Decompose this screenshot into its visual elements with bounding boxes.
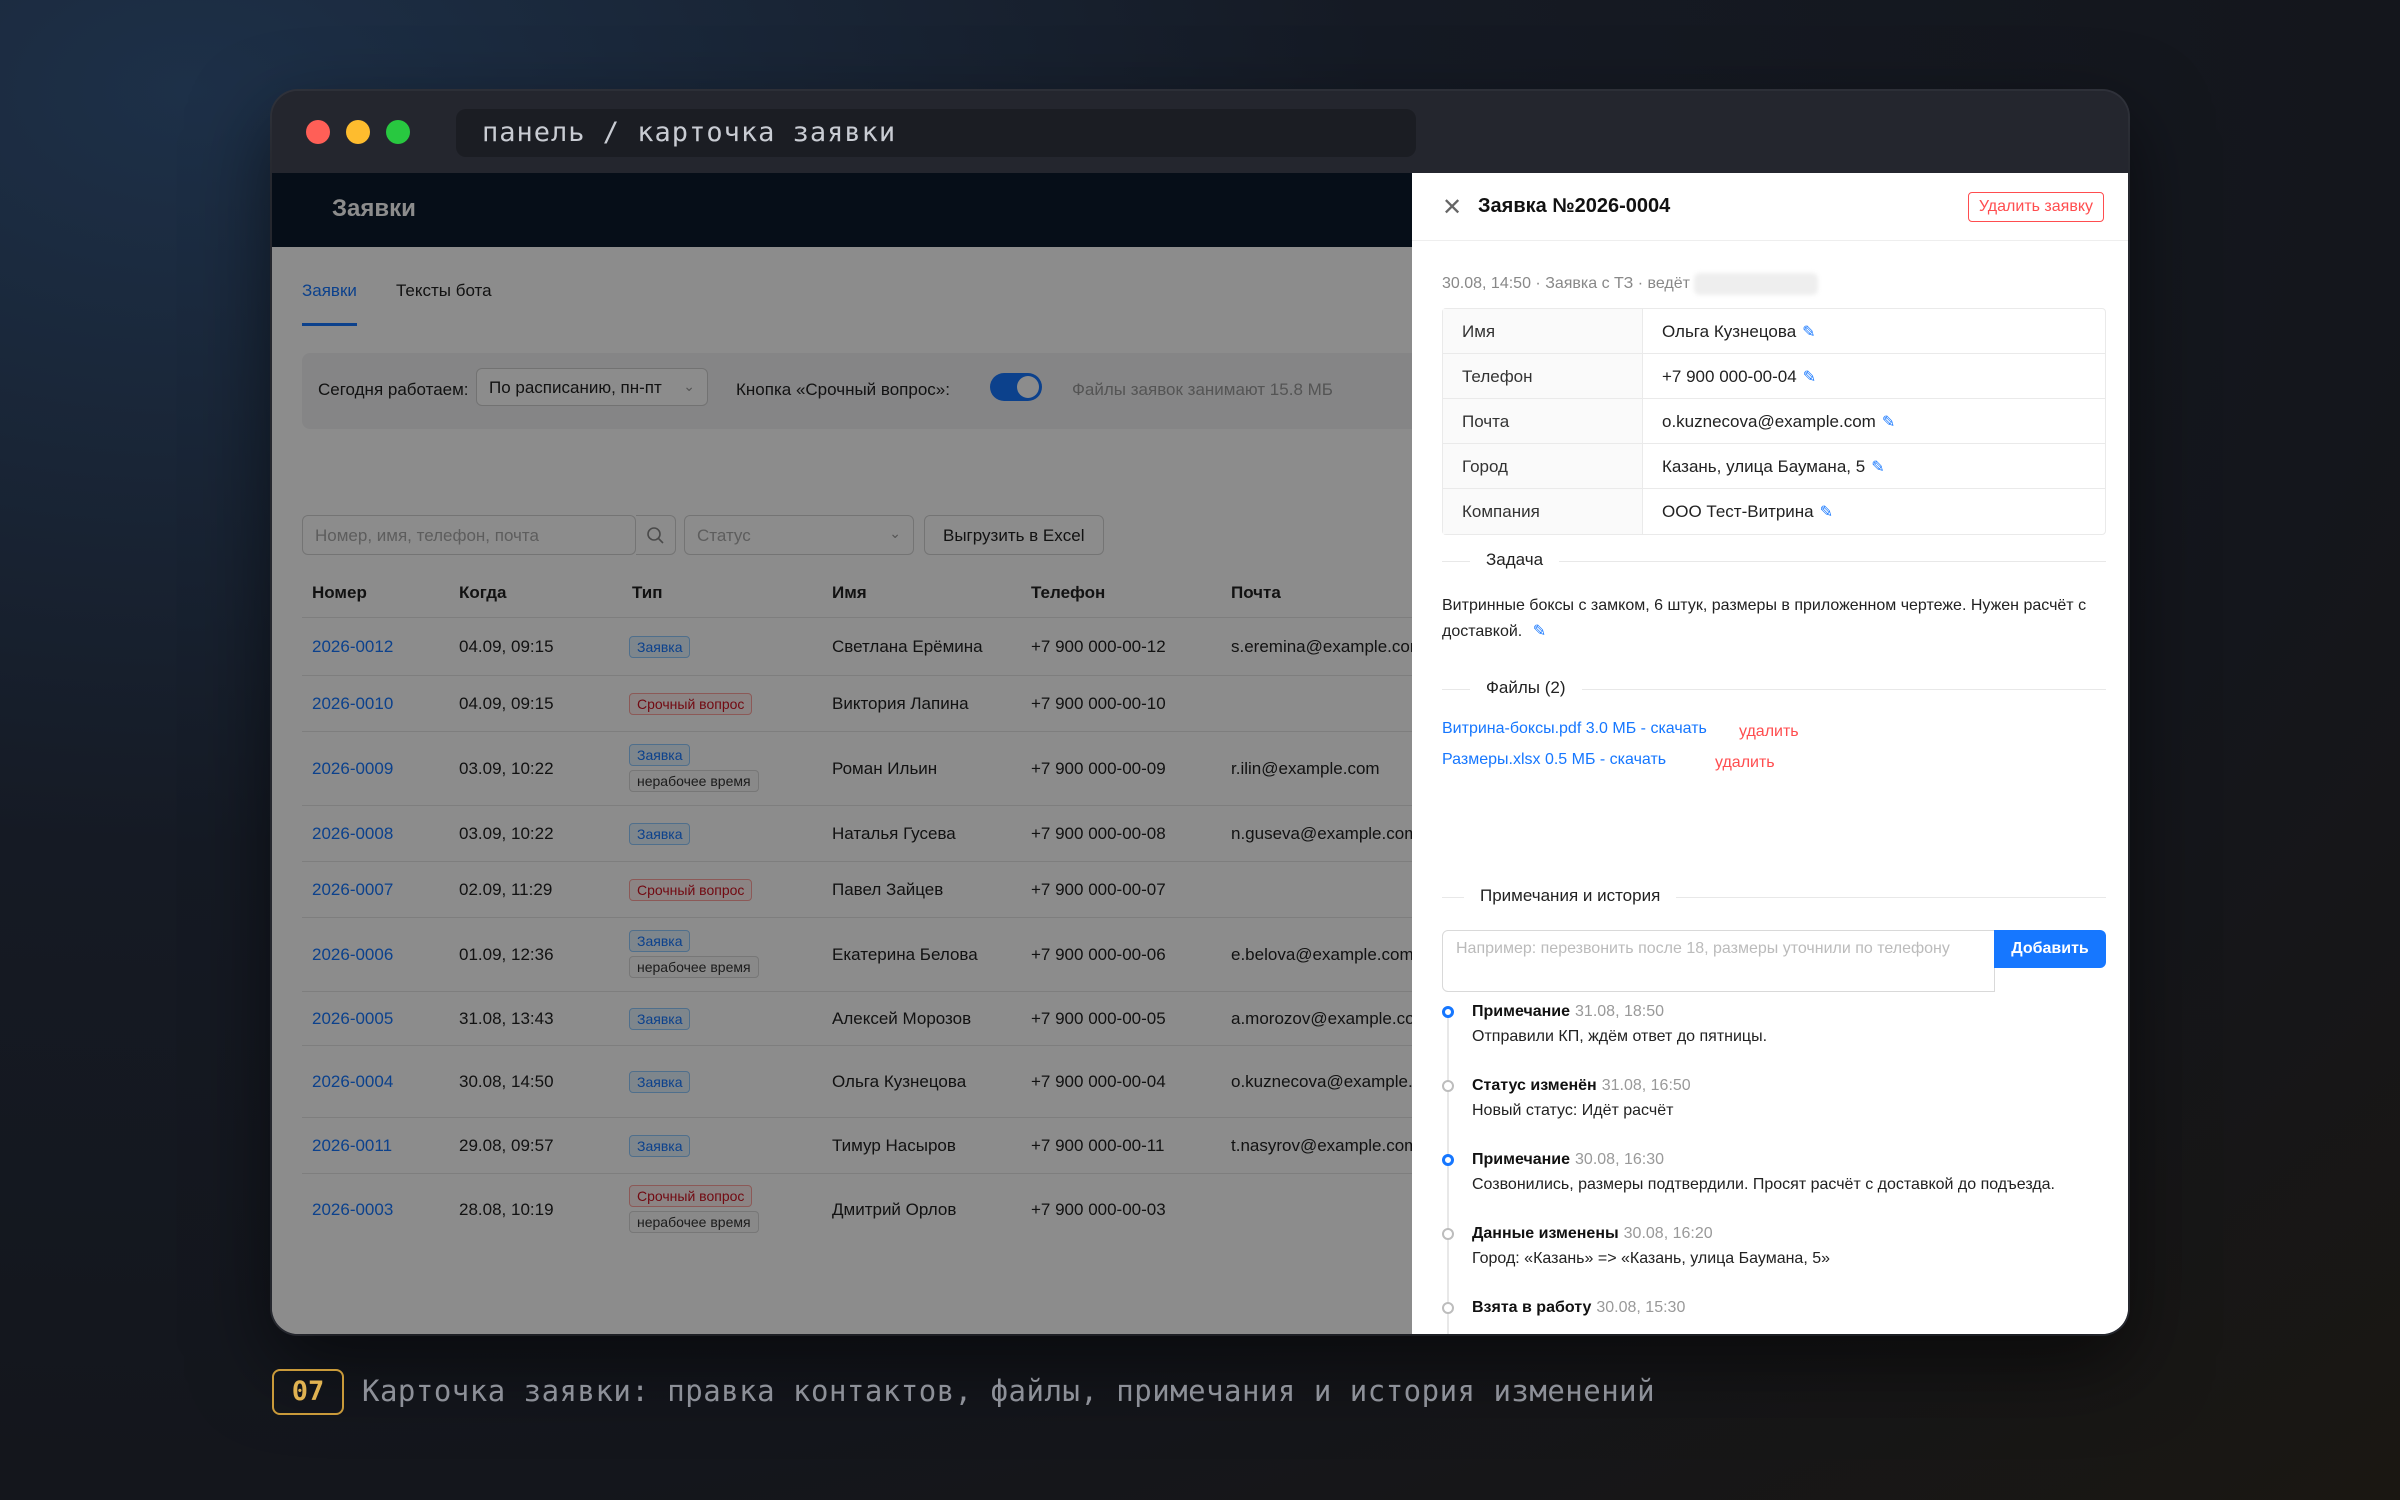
files-divider: Файлы (2) — [1442, 677, 2106, 701]
delete-request-button[interactable]: Удалить заявку — [1967, 192, 2104, 222]
field-row: Компания ООО Тест-Витрина ✎ — [1443, 489, 2105, 534]
timeline-dot — [1442, 1154, 1454, 1166]
timeline-line — [1447, 1015, 1449, 1334]
history-title: Статус изменён — [1472, 1077, 1597, 1094]
edit-pencil-icon[interactable]: ✎ — [1871, 459, 1884, 476]
edit-task-icon[interactable]: ✎ — [1533, 623, 1546, 640]
browser-window: панель / карточка заявки Заявки Заявки Т… — [272, 91, 2128, 1334]
caption: Карточка заявки: правка контактов, файлы… — [362, 1374, 1656, 1408]
field-label: Имя — [1443, 309, 1643, 353]
field-value: Ольга Кузнецова — [1662, 322, 1797, 341]
drawer-mask[interactable] — [272, 173, 1412, 1334]
history-text: Созвонились, размеры подтвердили. Просят… — [1472, 1176, 2055, 1193]
history-head: Примечание 30.08, 16:30 — [1472, 1151, 1664, 1169]
history-head: Примечание 31.08, 18:50 — [1472, 1003, 1664, 1021]
file-download-link[interactable]: Витрина-боксы.pdf 3.0 МБ - скачать — [1442, 720, 1707, 738]
edit-pencil-icon[interactable]: ✎ — [1820, 504, 1833, 521]
edit-pencil-icon[interactable]: ✎ — [1803, 369, 1816, 386]
field-row: Город Казань, улица Баумана, 5 ✎ — [1443, 444, 2105, 489]
file-delete-link[interactable]: удалить — [1739, 723, 1799, 741]
app-content: Заявки Заявки Тексты бота Сегодня работа… — [272, 173, 2128, 1334]
history-title: Примечание — [1472, 1151, 1571, 1168]
meta-text: 30.08, 14:50 · Заявка с ТЗ · ведёт — [1442, 275, 1690, 293]
history-time: 30.08, 15:30 — [1596, 1299, 1686, 1316]
request-meta: 30.08, 14:50 · Заявка с ТЗ · ведёт — [1442, 273, 1819, 295]
history-title: Взята в работу — [1472, 1299, 1592, 1316]
maximize-window-button[interactable] — [386, 120, 410, 144]
field-value: ООО Тест-Витрина — [1662, 502, 1814, 521]
history-text: Город: «Казань» => «Казань, улица Бауман… — [1472, 1250, 1831, 1267]
title-bar: панель / карточка заявки — [272, 91, 2128, 173]
field-label: Телефон — [1443, 354, 1643, 398]
request-drawer: ✕ Заявка №2026-0004 Удалить заявку 30.08… — [1412, 173, 2128, 1334]
field-value-wrap: +7 900 000-00-04 ✎ — [1662, 367, 1816, 387]
note-input[interactable]: Например: перезвонить после 18, размеры … — [1442, 930, 1995, 992]
history-time: 31.08, 16:50 — [1601, 1077, 1691, 1094]
history-title: Данные изменены — [1472, 1225, 1619, 1242]
edit-pencil-icon[interactable]: ✎ — [1802, 324, 1815, 341]
timeline-dot — [1442, 1080, 1454, 1092]
drawer-header: ✕ Заявка №2026-0004 Удалить заявку — [1412, 173, 2128, 241]
field-label: Компания — [1443, 489, 1643, 534]
notes-divider: Примечания и история — [1442, 885, 2106, 909]
caption-badge: 07 — [272, 1369, 344, 1415]
history-time: 31.08, 18:50 — [1575, 1003, 1664, 1020]
close-window-button[interactable] — [306, 120, 330, 144]
field-value: o.kuznecova@example.com — [1662, 412, 1876, 431]
history-text: Отправили КП, ждём ответ до пятницы. — [1472, 1028, 1768, 1045]
add-note-button[interactable]: Добавить — [1994, 930, 2106, 968]
history-text: Новый статус: Идёт расчёт — [1472, 1102, 1674, 1119]
history-head: Данные изменены 30.08, 16:20 — [1472, 1225, 1713, 1243]
assignee-redacted — [1694, 273, 1819, 295]
history-head: Взята в работу 30.08, 15:30 — [1472, 1299, 1685, 1317]
field-value-wrap: ООО Тест-Витрина ✎ — [1662, 502, 1833, 522]
file-download-link[interactable]: Размеры.xlsx 0.5 МБ - скачать — [1442, 751, 1666, 769]
field-row: Имя Ольга Кузнецова ✎ — [1443, 309, 2105, 354]
task-divider: Задача — [1442, 549, 2106, 573]
history-title: Примечание — [1472, 1003, 1571, 1020]
drawer-title: Заявка №2026-0004 — [1478, 195, 1671, 217]
minimize-window-button[interactable] — [346, 120, 370, 144]
contact-fields: Имя Ольга Кузнецова ✎ Телефон +7 900 000-00-… — [1442, 308, 2106, 535]
task-text: Витринные боксы с замком, 6 штук, размер… — [1442, 593, 2106, 645]
field-row: Телефон +7 900 000-00-04 ✎ — [1443, 354, 2105, 399]
file-delete-link[interactable]: удалить — [1715, 754, 1775, 772]
address-bar[interactable]: панель / карточка заявки — [456, 109, 1416, 157]
edit-pencil-icon[interactable]: ✎ — [1882, 414, 1895, 431]
files-title: Файлы (2) — [1470, 678, 1582, 698]
field-value: +7 900 000-00-04 — [1662, 367, 1797, 386]
history-head: Статус изменён 31.08, 16:50 — [1472, 1077, 1691, 1095]
field-row: Почта o.kuznecova@example.com ✎ — [1443, 399, 2105, 444]
field-value-wrap: o.kuznecova@example.com ✎ — [1662, 412, 1895, 432]
task-title: Задача — [1470, 550, 1560, 570]
notes-title: Примечания и история — [1464, 886, 1677, 906]
field-label: Почта — [1443, 399, 1643, 443]
close-icon[interactable]: ✕ — [1442, 193, 1462, 222]
field-value-wrap: Ольга Кузнецова ✎ — [1662, 322, 1816, 342]
history-time: 30.08, 16:30 — [1575, 1151, 1664, 1168]
timeline-dot — [1442, 1006, 1454, 1018]
field-label: Город — [1443, 444, 1643, 488]
history-time: 30.08, 16:20 — [1623, 1225, 1713, 1242]
timeline-dot — [1442, 1228, 1454, 1240]
field-value-wrap: Казань, улица Баумана, 5 ✎ — [1662, 457, 1885, 477]
timeline-dot — [1442, 1302, 1454, 1314]
field-value: Казань, улица Баумана, 5 — [1662, 457, 1866, 476]
